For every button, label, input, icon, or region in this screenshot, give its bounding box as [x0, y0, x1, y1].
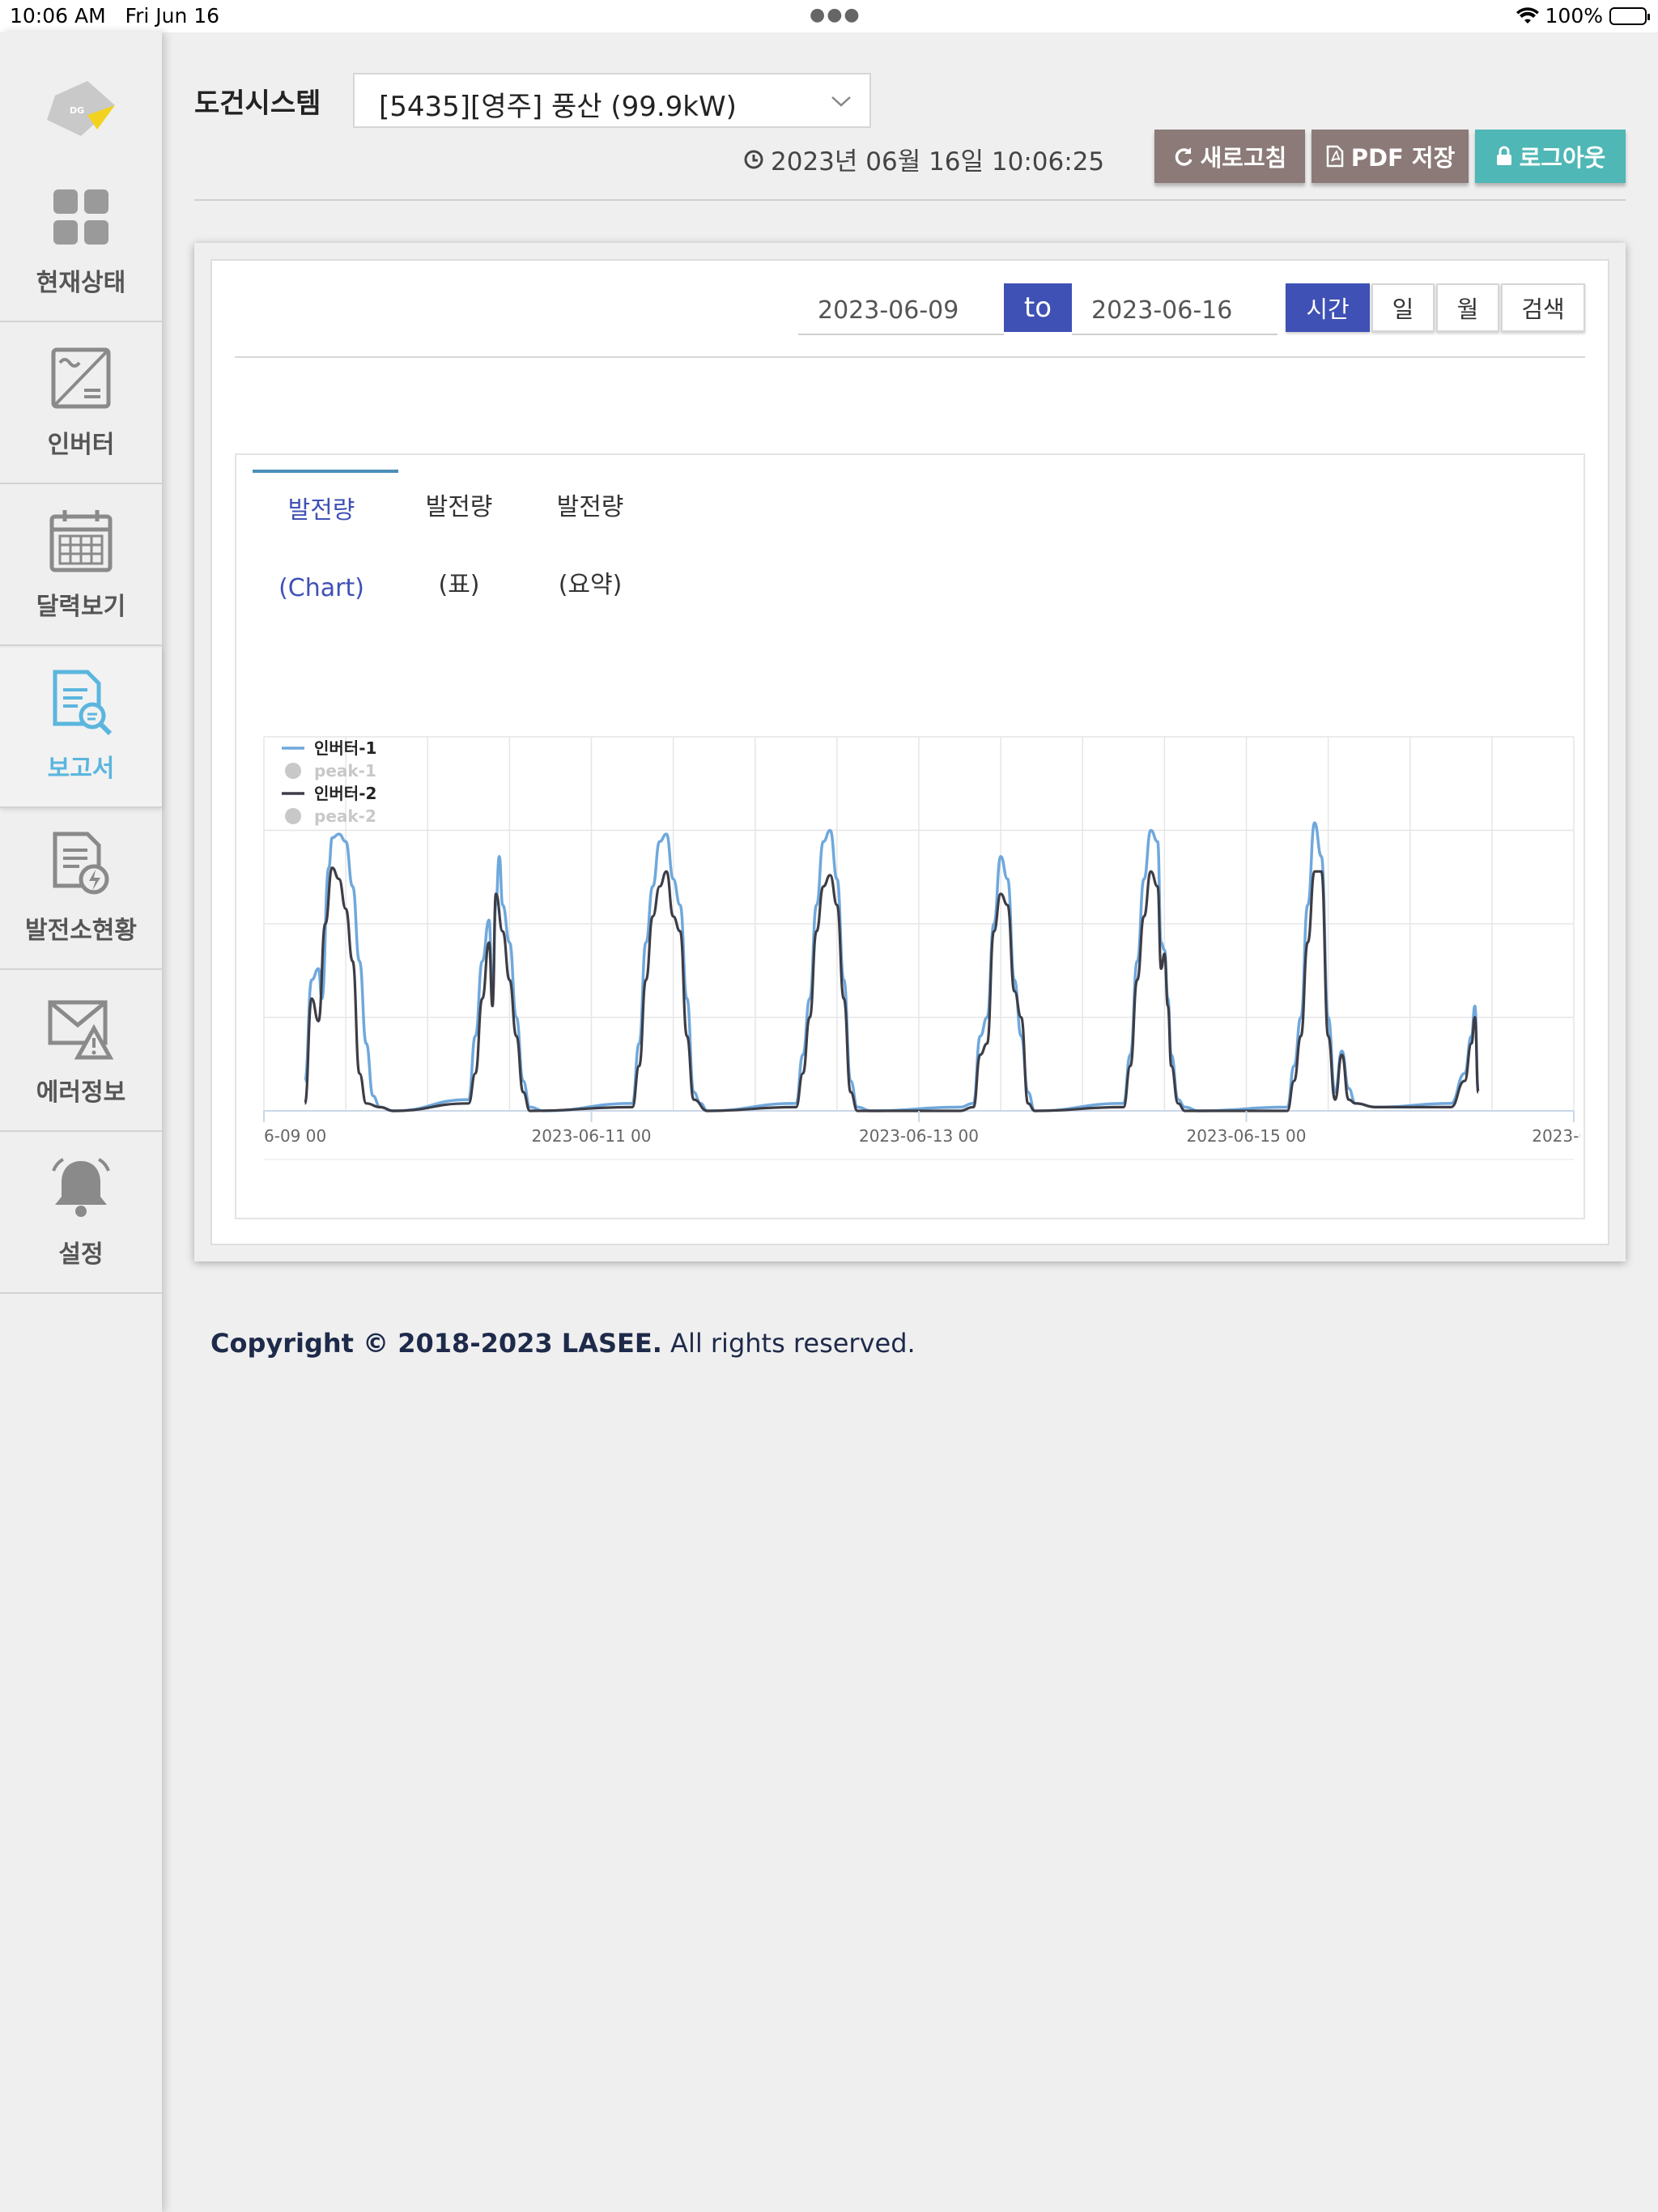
pdf-save-button[interactable]: PDF 저장 [1312, 130, 1469, 183]
sidebar-item-label: 설정 [58, 1240, 104, 1269]
datetime-text: 2023년 06월 16일 10:06:25 [771, 147, 1105, 177]
x-tick-label: 2023-06-11 00 [531, 1126, 651, 1146]
sidebar-item-label: 인버터 [47, 431, 115, 459]
copyright: Copyright © 2018-2023 LASEE. All rights … [210, 1328, 916, 1359]
tab-generation-summary[interactable]: 발전량 (요약) [521, 496, 659, 598]
legend-label: 인버터-1 [314, 738, 376, 758]
legend-dot-swatch [285, 808, 301, 824]
inverter-icon [51, 347, 111, 409]
tab-generation-table[interactable]: 발전량 (표) [390, 496, 528, 598]
sidebar-item-report[interactable]: 보고서 [0, 648, 162, 808]
x-tick-label: 2023-06-15 00 [1186, 1126, 1306, 1146]
clock-icon [744, 150, 763, 168]
battery-icon [1609, 6, 1650, 25]
tab-container: 발전량 (Chart) 발전량 (표) 발전량 (요약) 6-09 00 2023… [235, 453, 1585, 1219]
sidebar-item-inverter[interactable]: 인버터 [0, 324, 162, 484]
legend-label: peak-2 [314, 806, 376, 826]
status-time: 10:06 AM Fri Jun 16 [10, 4, 220, 28]
x-tick-label: 6-09 00 [264, 1126, 326, 1146]
logout-button[interactable]: 로그아웃 [1475, 130, 1626, 183]
pdf-save-label: PDF 저장 [1350, 144, 1456, 172]
search-button[interactable]: 검색 [1501, 283, 1585, 332]
grid-icon [53, 189, 108, 245]
period-day-button[interactable]: 일 [1371, 283, 1435, 332]
tab-label: 발전량 [556, 493, 624, 521]
active-tab-indicator [253, 470, 398, 473]
pdf-file-icon [1326, 145, 1343, 168]
chevron-down-icon [831, 96, 851, 107]
multitasking-dots-icon[interactable]: ●●● [810, 5, 861, 25]
plant-report-icon [53, 832, 109, 895]
site-select[interactable]: [5435][영주] 풍산 (99.9kW) [353, 73, 871, 128]
tab-sublabel: (Chart) [278, 574, 364, 602]
lock-icon [1496, 146, 1511, 165]
logout-label: 로그아웃 [1519, 144, 1606, 172]
sidebar-item-label: 보고서 [47, 755, 115, 783]
copyright-rest: All rights reserved. [661, 1328, 916, 1359]
refresh-button[interactable]: 새로고침 [1154, 130, 1305, 183]
x-tick-label: 2023-06-13 00 [859, 1126, 979, 1146]
legend-label: peak-1 [314, 761, 376, 781]
sidebar: DG 현재상태 인버터 달력보기 보고서 발전소현황 에러정보 설정 [0, 32, 162, 2212]
site-select-value: [5435][영주] 풍산 (99.9kW) [379, 91, 737, 123]
sidebar-item-plant-status[interactable]: 발전소현황 [0, 810, 162, 970]
error-mail-icon [48, 1000, 114, 1060]
sidebar-item-current-status[interactable]: 현재상태 [0, 162, 162, 322]
company-logo[interactable]: DG [40, 73, 121, 154]
legend-dot-swatch [285, 763, 301, 779]
wifi-icon [1516, 6, 1539, 23]
date-range-to-label: to [1004, 283, 1072, 332]
report-panel: 2023-06-09 to 2023-06-16 시간 일 월 검색 발전량 (… [194, 243, 1626, 1261]
status-bar: 10:06 AM Fri Jun 16 ●●● 100% [0, 0, 1658, 32]
company-title: 도건시스템 [194, 87, 321, 120]
current-datetime: 2023년 06월 16일 10:06:25 [743, 141, 1104, 177]
filter-divider [235, 356, 1585, 358]
period-month-button[interactable]: 월 [1436, 283, 1499, 332]
tab-sublabel: (표) [438, 571, 480, 599]
report-panel-inner: 2023-06-09 to 2023-06-16 시간 일 월 검색 발전량 (… [210, 259, 1609, 1245]
tab-sublabel: (요약) [558, 571, 623, 599]
refresh-icon [1175, 147, 1192, 166]
tab-label: 발전량 [425, 493, 493, 521]
x-tick-label: 2023-06-0 [1532, 1126, 1580, 1146]
status-right: 100% [1516, 4, 1650, 28]
sidebar-item-label: 발전소현황 [25, 917, 137, 945]
tab-generation-chart[interactable]: 발전량 (Chart) [253, 499, 390, 601]
date-to-input[interactable]: 2023-06-16 [1072, 283, 1278, 335]
generation-line-chart: 6-09 00 2023-06-11 00 2023-06-13 00 2023-06… [263, 736, 1580, 1160]
report-search-icon [53, 670, 113, 736]
period-hour-button[interactable]: 시간 [1286, 283, 1370, 332]
refresh-label: 새로고침 [1200, 144, 1287, 172]
sidebar-item-calendar[interactable]: 달력보기 [0, 486, 162, 646]
sidebar-item-label: 에러정보 [36, 1078, 126, 1107]
sidebar-item-label: 현재상태 [36, 269, 126, 297]
sidebar-item-label: 달력보기 [36, 593, 126, 621]
series-line-inverter-1 [303, 821, 1480, 1112]
bell-icon [52, 1158, 110, 1217]
calendar-icon [49, 510, 113, 572]
header-divider [194, 199, 1626, 201]
battery-percent: 100% [1545, 4, 1603, 28]
svg-text:DG: DG [70, 105, 84, 116]
date-from-input[interactable]: 2023-06-09 [798, 283, 1004, 335]
copyright-bold: Copyright © 2018-2023 LASEE. [210, 1328, 662, 1359]
tab-label: 발전량 [287, 496, 355, 525]
legend-label: 인버터-2 [314, 784, 376, 803]
generation-chart: 6-09 00 2023-06-11 00 2023-06-13 00 2023-06… [253, 729, 1580, 1198]
sidebar-item-error-info[interactable]: 에러정보 [0, 972, 162, 1132]
sidebar-item-settings[interactable]: 설정 [0, 1134, 162, 1294]
